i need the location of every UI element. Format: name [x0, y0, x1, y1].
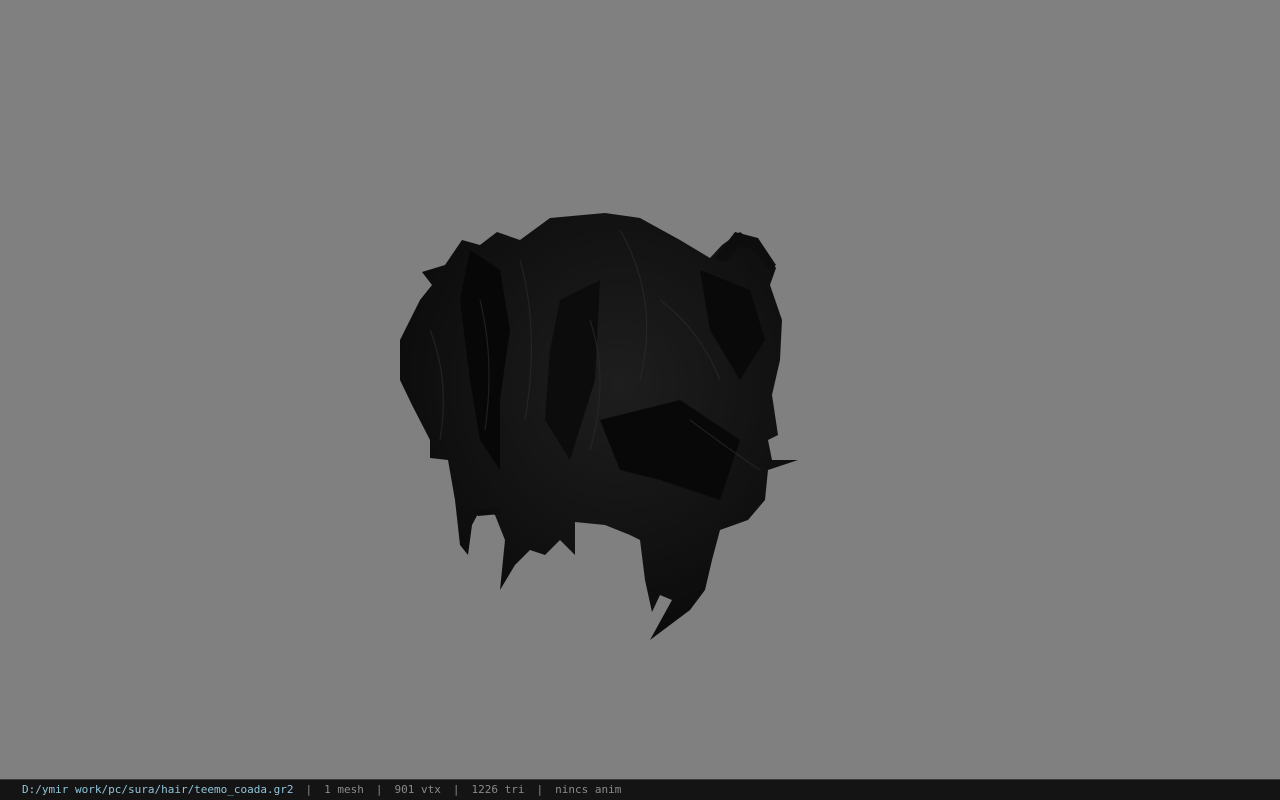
- 3d-viewport[interactable]: [0, 0, 1280, 779]
- file-path: D:/ymir work/pc/sura/hair/teemo_coada.gr…: [22, 783, 294, 796]
- status-separator: |: [375, 783, 383, 796]
- mesh-count: 1 mesh: [324, 783, 364, 796]
- animation-status: nincs anim: [555, 783, 622, 796]
- status-separator: |: [305, 783, 313, 796]
- status-separator: |: [536, 783, 544, 796]
- status-bar: D:/ymir work/pc/sura/hair/teemo_coada.gr…: [0, 779, 1280, 800]
- hair-mesh-icon: [400, 213, 798, 640]
- status-separator: |: [452, 783, 460, 796]
- triangle-count: 1226 tri: [471, 783, 525, 796]
- vertex-count: 901 vtx: [394, 783, 441, 796]
